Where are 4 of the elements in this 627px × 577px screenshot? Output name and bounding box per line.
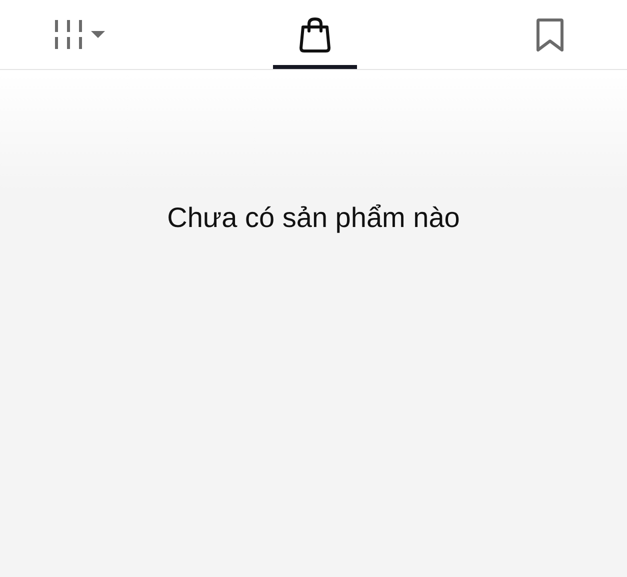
grid-view-icon bbox=[54, 20, 106, 50]
empty-message: Chưa có sản phẩm nào bbox=[167, 201, 460, 235]
shopping-bag-icon bbox=[298, 16, 332, 52]
bookmark-icon bbox=[536, 18, 564, 52]
